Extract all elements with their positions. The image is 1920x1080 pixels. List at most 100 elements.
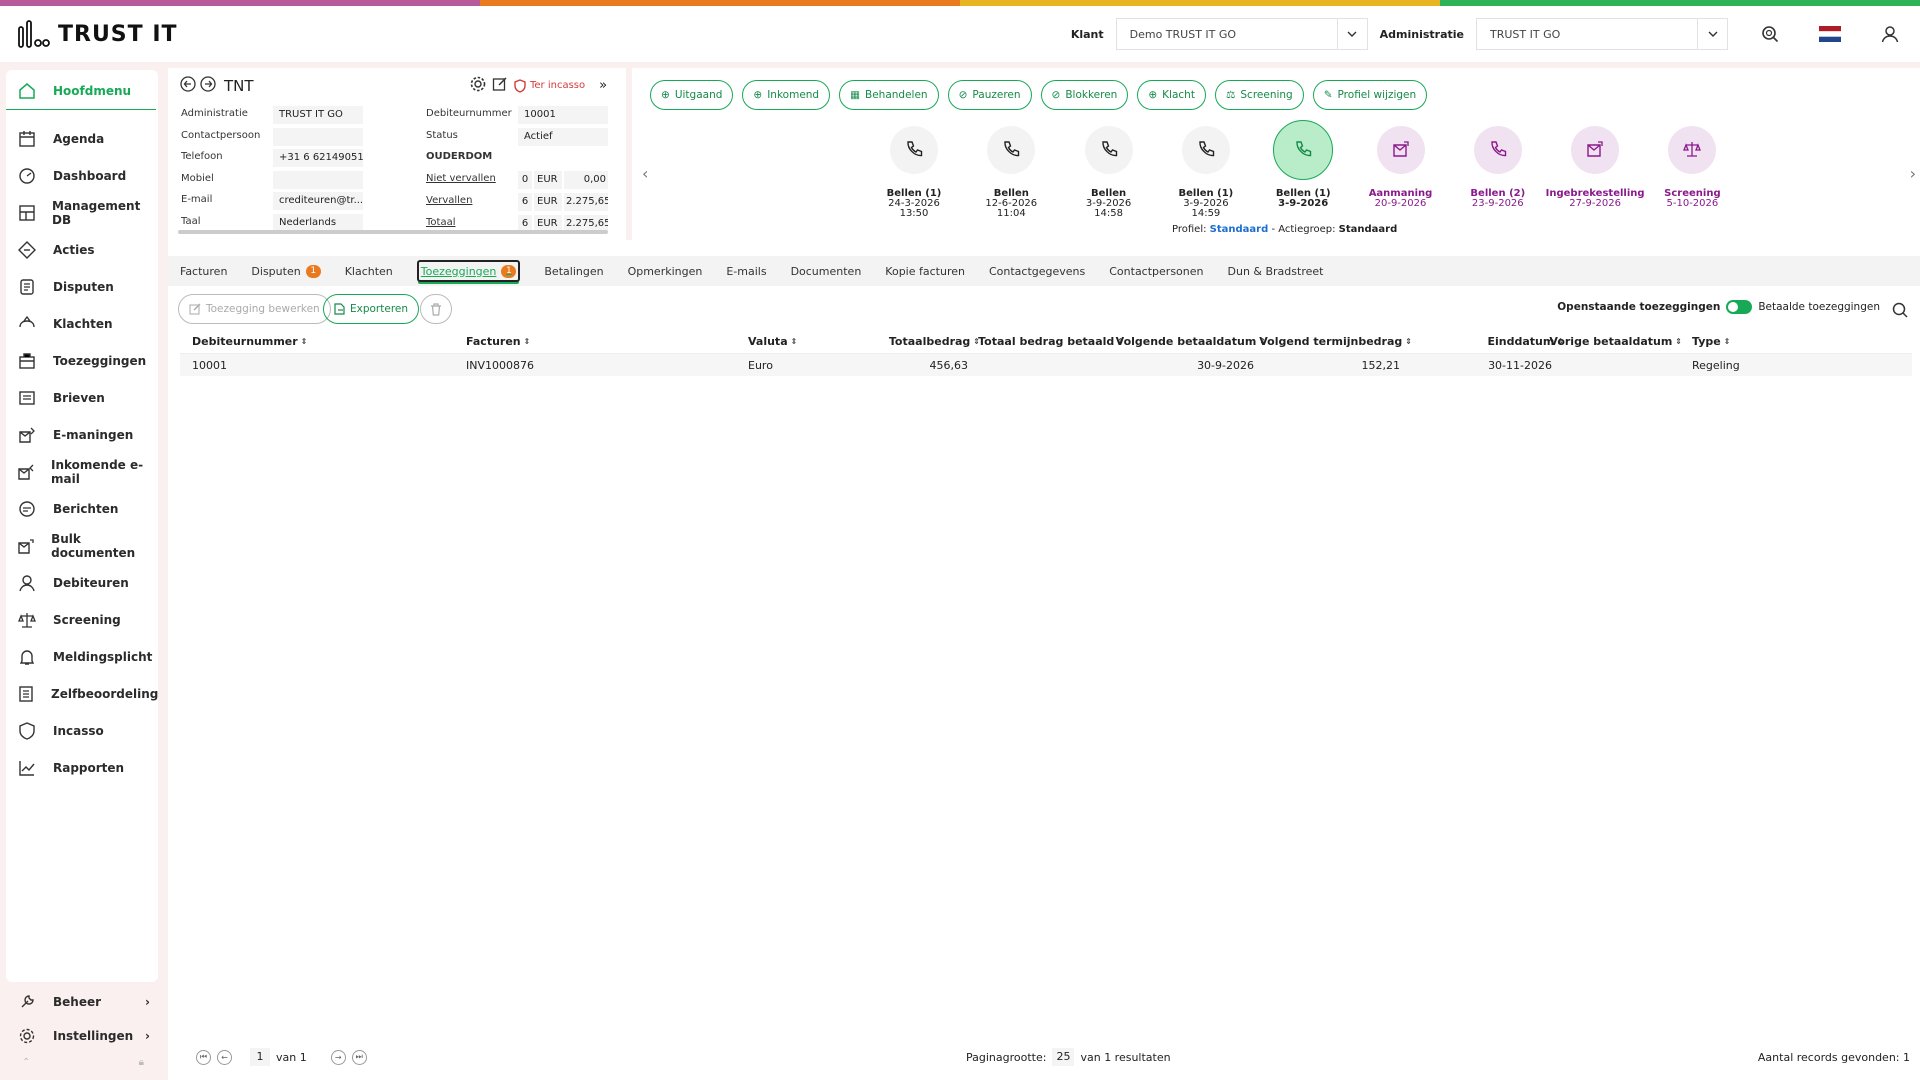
back-icon[interactable]	[180, 76, 196, 95]
sidebar-item-meldingsplicht[interactable]: Meldingsplicht	[6, 638, 158, 675]
column-header-totaalbedrag[interactable]: Totaalbedrag ⇕	[889, 335, 980, 348]
action-klacht-button[interactable]: ⊕ Klacht	[1137, 80, 1206, 110]
language-button[interactable]	[1800, 26, 1860, 42]
action-uitgaand-button[interactable]: ⊕ Uitgaand	[650, 80, 734, 110]
action-profiel-wijzigen-button[interactable]: ✎ Profiel wijzigen	[1312, 80, 1428, 110]
logo-icon	[18, 20, 50, 48]
sidebar-item-hoofdmenu[interactable]: Hoofdmenu	[6, 73, 156, 110]
action-inkomend-button[interactable]: ⊕ Inkomend	[742, 80, 831, 110]
page-input[interactable]: 1	[250, 1048, 270, 1066]
sidebar-item-management-db[interactable]: Management DB	[6, 194, 158, 231]
column-header-valuta[interactable]: Valuta ⇕	[748, 335, 797, 348]
timeline-item[interactable]: Screening 5-10-2026	[1642, 126, 1742, 209]
action-behandelen-button[interactable]: ▦ Behandelen	[839, 80, 939, 110]
sidebar-item-screening[interactable]: Screening	[6, 601, 158, 638]
table-search-icon[interactable]	[1892, 302, 1908, 321]
tab-contactpersonen[interactable]: Contactpersonen	[1109, 260, 1203, 282]
tab-disputen[interactable]: Disputen 1	[251, 260, 321, 282]
next-page-icon[interactable]: →	[330, 1049, 346, 1065]
sidebar-item-debiteuren[interactable]: Debiteuren	[6, 564, 158, 601]
settings-gear-icon[interactable]	[470, 76, 486, 95]
table-cell: Regeling	[1692, 359, 1740, 372]
timeline-item[interactable]: Aanmaning 20-9-2026	[1351, 126, 1451, 209]
global-search-button[interactable]	[1740, 25, 1800, 43]
promises-toggle[interactable]	[1726, 300, 1753, 314]
timeline-item[interactable]: Bellen 3-9-2026 14:58	[1059, 126, 1159, 219]
sidebar-item-incasso[interactable]: Incasso	[6, 712, 158, 749]
ter-incasso-button[interactable]: Ter incasso	[514, 78, 585, 93]
aging-link[interactable]: Niet vervallen	[426, 173, 496, 184]
sidebar-item-klachten[interactable]: Klachten	[6, 305, 158, 342]
sidebar-item-beheer[interactable]: Beheer ›	[6, 985, 158, 1019]
sidebar-item-berichten[interactable]: Berichten	[6, 490, 158, 527]
edit-promise-button[interactable]: Toezegging bewerken	[178, 294, 331, 324]
export-button[interactable]: Exporteren	[323, 294, 420, 324]
tab-klachten[interactable]: Klachten	[345, 260, 393, 282]
sort-icon: ⇕	[1723, 337, 1731, 346]
sidebar-item-dashboard[interactable]: Dashboard	[6, 157, 158, 194]
sidebar-item-zelfbeoordeling[interactable]: Zelfbeoordeling	[6, 675, 158, 712]
timeline-item[interactable]: Bellen 12-6-2026 11:04	[961, 126, 1061, 219]
tab-betalingen[interactable]: Betalingen	[544, 260, 603, 282]
first-page-icon[interactable]: ⏮︎	[196, 1049, 211, 1065]
aging-link[interactable]: Vervallen	[426, 195, 472, 206]
timeline-item[interactable]: Bellen (1) 24-3-2026 13:50	[864, 126, 964, 219]
tab-contactgegevens[interactable]: Contactgegevens	[989, 260, 1085, 282]
sidebar-item-e-maningen[interactable]: E-maningen	[6, 416, 158, 453]
aging-link[interactable]: Totaal	[426, 217, 455, 228]
action-pauzeren-button[interactable]: ⊘ Pauzeren	[947, 80, 1032, 110]
timeline-next-icon[interactable]: ›	[1910, 164, 1916, 183]
timeline-circle	[1473, 126, 1522, 174]
timeline-item[interactable]: Bellen (1) 3-9-2026 14:59	[1156, 126, 1256, 219]
tab-facturen[interactable]: Facturen	[180, 260, 227, 282]
debtor-name: TNT	[224, 76, 254, 95]
user-menu-button[interactable]	[1860, 25, 1920, 43]
sidebar-item-instellingen[interactable]: Instellingen ›	[6, 1019, 158, 1053]
administratie-select[interactable]: TRUST IT GO	[1476, 18, 1728, 50]
column-header-volgende-betaaldatum[interactable]: Volgende betaaldatum ⇕	[1116, 335, 1266, 348]
tab-dun-bradstreet[interactable]: Dun & Bradstreet	[1228, 260, 1324, 282]
action-blokkeren-button[interactable]: ⊘ Blokkeren	[1040, 80, 1129, 110]
sidebar-item-bulk-documenten[interactable]: Bulk documenten	[6, 527, 158, 564]
sidebar-item-disputen[interactable]: Disputen	[6, 268, 158, 305]
tab-toezeggingen[interactable]: Toezeggingen 1	[416, 260, 521, 282]
sidebar-item-brieven[interactable]: Brieven	[6, 379, 158, 416]
last-page-icon[interactable]: ⏭︎	[351, 1049, 367, 1065]
klant-select[interactable]: Demo TRUST IT GO	[1115, 18, 1368, 50]
sidebar-item-label: E-maningen	[53, 427, 134, 442]
sidebar-item-agenda[interactable]: Agenda	[6, 120, 158, 157]
column-header-vorige-betaaldatum[interactable]: Vorige betaaldatum ⇕	[1549, 335, 1682, 348]
page-size: Paginagrootte: 25 van 1 resultaten	[966, 1048, 1171, 1066]
tab-label: Klachten	[344, 264, 393, 278]
profile-link[interactable]: Standaard	[1210, 224, 1269, 235]
timeline-item[interactable]: Bellen (1) 3-9-2026	[1253, 120, 1353, 209]
edit-icon[interactable]	[492, 76, 508, 95]
delete-button[interactable]	[420, 294, 452, 324]
column-header-volgend-termijnbedrag[interactable]: Volgend termijnbedrag ⇕	[1259, 335, 1412, 348]
sidebar-item-rapporten[interactable]: Rapporten	[6, 749, 158, 786]
tab-e-mails[interactable]: E-mails	[726, 260, 766, 282]
collapse-icon[interactable]: ⌃	[22, 1057, 30, 1068]
double-chevron-right-icon[interactable]: »	[599, 78, 607, 93]
timeline-item[interactable]: Ingebrekestelling 27-9-2026	[1545, 126, 1645, 209]
tab-opmerkingen[interactable]: Opmerkingen	[628, 260, 703, 282]
tab-kopie-facturen[interactable]: Kopie facturen	[885, 260, 965, 282]
page-size-input[interactable]: 25	[1052, 1048, 1075, 1066]
sidebar-item-toezeggingen[interactable]: Toezeggingen	[6, 342, 158, 379]
column-header-facturen[interactable]: Facturen ⇕	[466, 335, 530, 348]
action-screening-button[interactable]: ⚖︎ Screening	[1214, 80, 1304, 110]
forward-icon[interactable]	[200, 76, 216, 95]
horizontal-scrollbar[interactable]	[178, 230, 608, 234]
sidebar-item-inkomende-e-mail[interactable]: Inkomende e-mail	[6, 453, 158, 490]
lock-icon[interactable]: 🔒︎	[139, 1057, 144, 1068]
tab-documenten[interactable]: Documenten	[791, 260, 862, 282]
prev-page-icon[interactable]: ←	[217, 1049, 232, 1065]
table-footer: ⏮︎ ← 1 van 1 → ⏭︎ Paginagrootte: 25 van …	[168, 1040, 1920, 1074]
timeline-prev-icon[interactable]: ‹	[642, 164, 648, 183]
column-header-type[interactable]: Type ⇕	[1692, 335, 1730, 348]
sidebar-item-acties[interactable]: Acties	[6, 231, 158, 268]
column-header-debiteurnummer[interactable]: Debiteurnummer ⇕	[192, 335, 307, 348]
timeline-item[interactable]: Bellen (2) 23-9-2026	[1448, 126, 1548, 209]
column-header-totaal-bedrag-betaald[interactable]: Totaal bedrag betaald ⇕	[978, 335, 1124, 348]
table-row[interactable]: 10001 INV1000876 Euro 456,63 30-9-2026 152,21…	[180, 354, 1912, 376]
